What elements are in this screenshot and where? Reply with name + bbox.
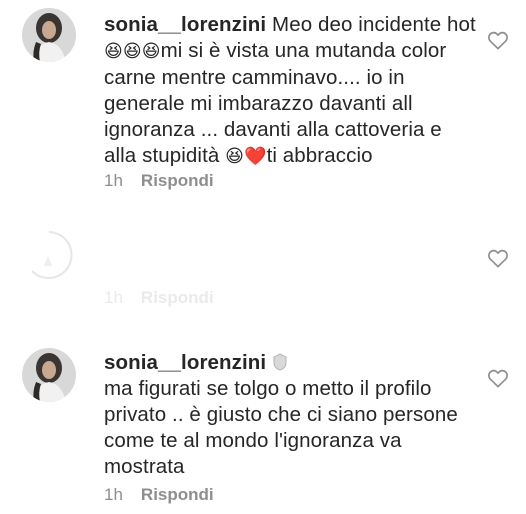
comment-text: sonia__lorenzini ma figurati se tolgo o … (104, 350, 476, 480)
avatar[interactable] (22, 8, 76, 62)
comment-time: 1h (104, 171, 123, 190)
comment-text: sonia__lorenzini Meo deo incidente hot 😆😆… (104, 12, 476, 170)
comment-text-part: ti abbraccio (266, 144, 373, 167)
avatar-image (22, 348, 76, 402)
avatar[interactable] (22, 348, 76, 402)
reply-button[interactable]: Rispondi (141, 485, 214, 505)
comment-1: sonia__lorenzini Meo deo incidente hot 😆😆… (0, 0, 526, 200)
reply-button[interactable]: Rispondi (141, 171, 214, 191)
laughing-emoji-icon: 😆😆😆 (104, 41, 161, 62)
comment-meta: 1h Rispondi (104, 485, 214, 505)
verified-badge-icon (273, 353, 287, 371)
comment-username[interactable]: sonia__lorenzini (104, 13, 266, 36)
comment-username[interactable]: sonia__lorenzini (104, 351, 266, 374)
heart-outline-icon[interactable] (487, 368, 509, 388)
reply-button[interactable]: Rispondi (141, 288, 214, 308)
laughing-heart-emoji-icon: 😆❤️ (225, 146, 267, 167)
comment-text-body: ma figurati se tolgo o metto il profilo … (104, 377, 458, 478)
comment-text-part: Meo deo incidente hot (272, 13, 476, 36)
comment-meta: 1h Rispondi (104, 288, 214, 308)
comment-3: sonia__lorenzini ma figurati se tolgo o … (0, 330, 526, 514)
comment-time: 1h (104, 485, 123, 504)
avatar[interactable] (22, 228, 76, 282)
comment-time: 1h (104, 288, 123, 307)
heart-outline-icon[interactable] (487, 248, 509, 268)
heart-outline-icon[interactable] (487, 30, 509, 50)
comment-meta: 1h Rispondi (104, 171, 214, 191)
comment-2: 1h Rispondi (0, 200, 526, 320)
avatar-image (22, 8, 76, 62)
